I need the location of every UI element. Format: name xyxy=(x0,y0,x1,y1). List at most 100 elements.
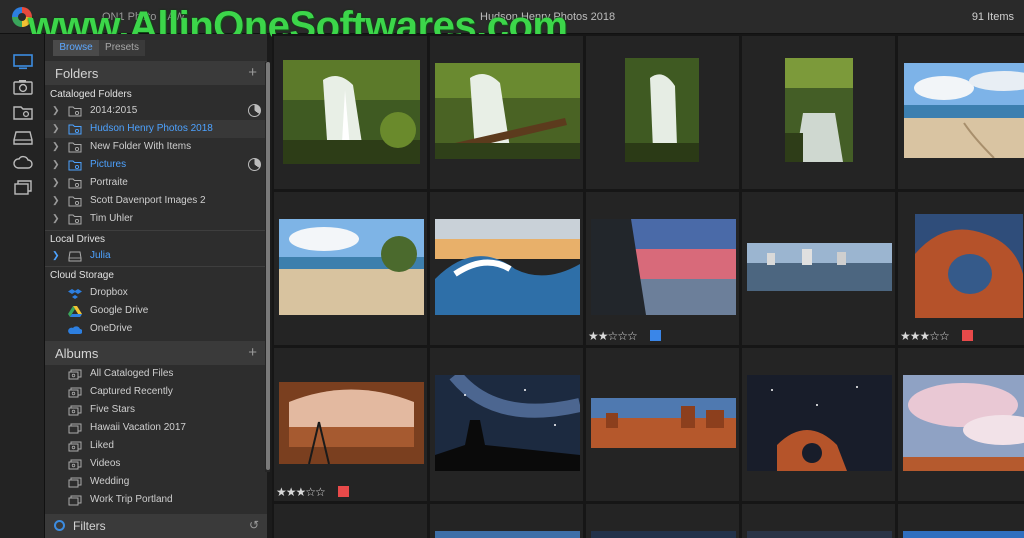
folder-item-2014-2015[interactable]: ❯ 2014:2015 xyxy=(45,102,267,120)
album-item[interactable]: Hawaii Vacation 2017 xyxy=(45,419,267,437)
thumbnail-image[interactable] xyxy=(279,219,424,315)
filters-title: Filters xyxy=(73,519,106,533)
cloud-item-onedrive[interactable]: OneDrive xyxy=(45,320,267,338)
camera-icon[interactable] xyxy=(13,79,33,95)
item-count: 91 Items xyxy=(971,11,1014,23)
cloud-item-dropbox[interactable]: Dropbox xyxy=(45,284,267,302)
thumbnail-cell[interactable] xyxy=(742,348,895,501)
star-rating[interactable]: ★★★☆☆ xyxy=(900,329,950,343)
folder-item-pictures[interactable]: ❯ Pictures xyxy=(45,156,267,174)
album-item[interactable]: Liked xyxy=(45,437,267,455)
thumbnail-image[interactable] xyxy=(903,375,1024,471)
album-item[interactable]: Videos xyxy=(45,455,267,473)
album-item[interactable]: Five Stars xyxy=(45,401,267,419)
chevron-right-icon[interactable]: ❯ xyxy=(52,159,60,170)
albums-title: Albums xyxy=(55,346,99,361)
folder-item-tim-uhler[interactable]: ❯ Tim Uhler xyxy=(45,210,267,228)
chevron-right-icon[interactable]: ❯ xyxy=(52,123,60,134)
thumbnail-image[interactable] xyxy=(591,531,736,538)
thumbnail-cell[interactable] xyxy=(742,192,895,345)
cloud-item-google-drive[interactable]: Google Drive xyxy=(45,302,267,320)
cloud-icon[interactable] xyxy=(13,154,33,170)
thumbnail-cell[interactable] xyxy=(898,504,1024,538)
folders-header[interactable]: Folders + xyxy=(45,61,267,85)
chevron-right-icon[interactable]: ❯ xyxy=(52,177,60,188)
thumbnail-cell[interactable] xyxy=(430,348,583,501)
thumbnail-cell[interactable] xyxy=(430,36,583,189)
folder-item-scott-davenport[interactable]: ❯ Scott Davenport Images 2 xyxy=(45,192,267,210)
thumbnail-cell[interactable] xyxy=(742,504,895,538)
thumbnail-image[interactable] xyxy=(785,58,853,162)
thumbnail-cell[interactable] xyxy=(430,192,583,345)
thumbnail-cell[interactable] xyxy=(274,504,427,538)
folder-icon xyxy=(68,178,82,189)
chevron-right-icon[interactable]: ❯ xyxy=(52,105,60,116)
folder-item-hudson-henry[interactable]: ❯ Hudson Henry Photos 2018 xyxy=(45,120,267,138)
star-rating[interactable]: ★★★☆☆ xyxy=(276,485,326,499)
color-label[interactable] xyxy=(338,486,349,497)
album-item[interactable]: Wedding xyxy=(45,473,267,491)
thumbnail-cell[interactable] xyxy=(742,36,895,189)
chevron-right-icon[interactable]: ❯ xyxy=(52,250,60,261)
cloud-label: Google Drive xyxy=(90,305,149,316)
thumbnail-image[interactable] xyxy=(747,375,892,471)
star-rating[interactable]: ★★☆☆☆ xyxy=(588,329,638,343)
chevron-right-icon[interactable]: ❯ xyxy=(52,195,60,206)
google-drive-icon xyxy=(68,306,82,317)
thumbnail-cell[interactable] xyxy=(586,504,739,538)
drive-item-julia[interactable]: ❯ Julia xyxy=(45,247,267,265)
add-folder-button[interactable]: + xyxy=(248,64,257,81)
tab-browse[interactable]: Browse xyxy=(53,40,99,56)
thumbnail-image[interactable] xyxy=(435,375,580,471)
thumbnail-cell[interactable] xyxy=(274,36,427,189)
thumbnail-cell[interactable] xyxy=(430,504,583,538)
thumbnail-image[interactable] xyxy=(591,219,736,315)
albums-header[interactable]: Albums + xyxy=(45,341,267,365)
sidebar-scrollbar-thumb[interactable] xyxy=(266,62,270,470)
filters-header[interactable]: Filters ↺ xyxy=(45,514,267,538)
folder-search-icon[interactable] xyxy=(13,104,33,120)
thumbnail-image[interactable] xyxy=(435,219,580,315)
folder-icon xyxy=(68,124,82,135)
chevron-right-icon[interactable]: ❯ xyxy=(52,141,60,152)
dropbox-icon xyxy=(68,288,82,299)
color-label[interactable] xyxy=(650,330,661,341)
reset-filters-icon[interactable]: ↺ xyxy=(249,518,259,532)
thumbnail-cell[interactable]: ★★★☆☆ xyxy=(898,192,1024,345)
folder-item-new-folder[interactable]: ❯ New Folder With Items xyxy=(45,138,267,156)
tab-presets[interactable]: Presets xyxy=(99,40,145,56)
album-label: Work Trip Portland xyxy=(90,494,173,505)
album-label: Captured Recently xyxy=(90,386,173,397)
monitor-icon[interactable] xyxy=(13,54,33,70)
add-album-button[interactable]: + xyxy=(248,344,257,361)
thumbnail-image[interactable] xyxy=(747,531,892,538)
album-item[interactable]: Captured Recently xyxy=(45,383,267,401)
album-item[interactable]: Work Trip Portland xyxy=(45,491,267,509)
thumbnail-image[interactable] xyxy=(591,398,736,448)
thumbnail-image[interactable] xyxy=(435,531,580,538)
thumbnail-image[interactable] xyxy=(915,214,1023,318)
thumbnail-image[interactable] xyxy=(283,60,420,164)
album-label: Hawaii Vacation 2017 xyxy=(90,422,186,433)
thumbnail-image[interactable] xyxy=(747,243,892,291)
thumbnail-cell[interactable] xyxy=(274,192,427,345)
album-item[interactable]: All Cataloged Files xyxy=(45,365,267,383)
thumbnail-image[interactable] xyxy=(435,63,580,159)
thumbnail-cell[interactable]: ★★☆☆☆ xyxy=(586,192,739,345)
thumbnail-cell[interactable]: ★★★☆☆ xyxy=(274,348,427,501)
album-label: Videos xyxy=(90,458,121,469)
chevron-right-icon[interactable]: ❯ xyxy=(52,213,60,224)
thumbnail-image[interactable] xyxy=(625,58,699,162)
thumbnail-cell[interactable] xyxy=(586,348,739,501)
color-label[interactable] xyxy=(962,330,973,341)
thumbnail-image[interactable] xyxy=(903,531,1024,538)
thumbnail-image[interactable] xyxy=(279,382,424,464)
thumbnail-cell[interactable] xyxy=(898,348,1024,501)
drive-icon[interactable] xyxy=(13,129,33,145)
thumbnail-cell[interactable] xyxy=(898,36,1024,189)
folder-item-portraite[interactable]: ❯ Portraite xyxy=(45,174,267,192)
thumbnail-image[interactable] xyxy=(904,63,1024,158)
folder-icon xyxy=(68,196,82,207)
thumbnail-cell[interactable] xyxy=(586,36,739,189)
albums-icon[interactable] xyxy=(13,179,33,195)
